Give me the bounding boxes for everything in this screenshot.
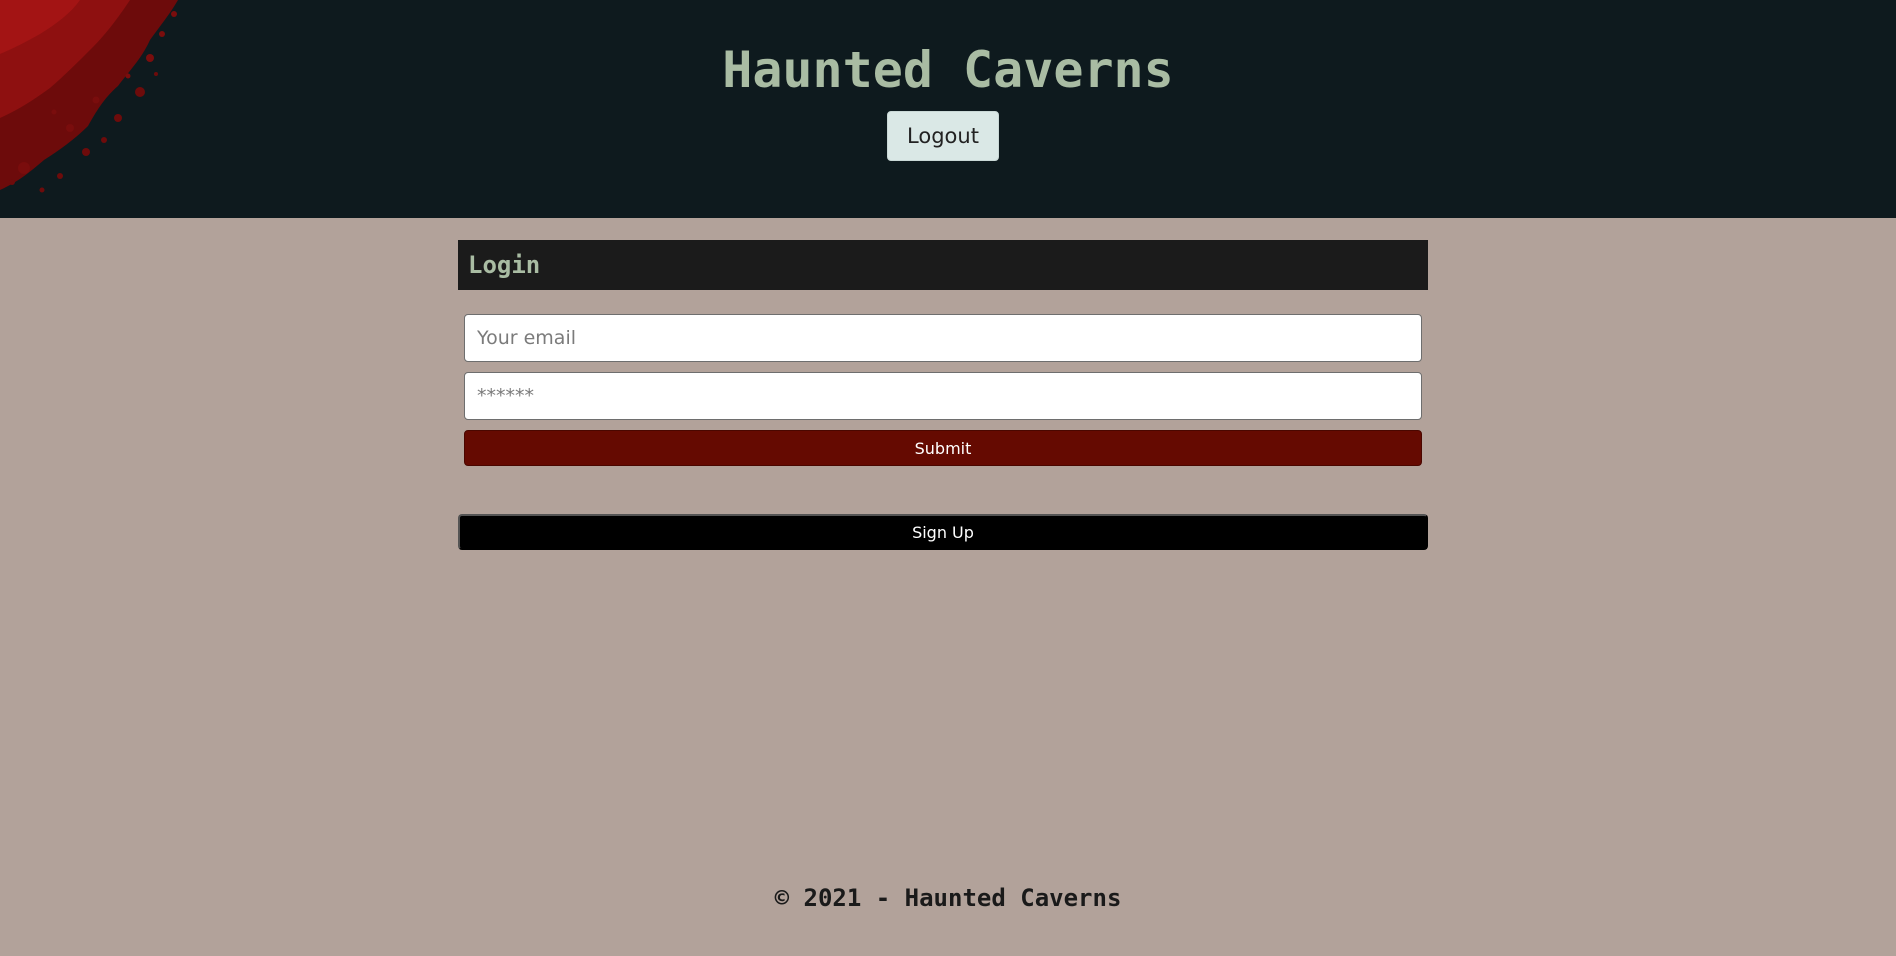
email-field[interactable] bbox=[464, 314, 1422, 362]
login-panel-header: Login bbox=[458, 240, 1428, 290]
site-title: Haunted Caverns bbox=[722, 41, 1174, 99]
footer-copyright: © 2021 - Haunted Caverns bbox=[774, 884, 1122, 912]
login-heading: Login bbox=[468, 251, 541, 279]
password-field[interactable] bbox=[464, 372, 1422, 420]
logout-button[interactable]: Logout bbox=[887, 111, 999, 161]
site-header: Haunted Caverns Logout bbox=[0, 0, 1896, 218]
submit-button[interactable]: Submit bbox=[464, 430, 1422, 466]
sign-up-button[interactable]: Sign Up bbox=[458, 514, 1428, 550]
